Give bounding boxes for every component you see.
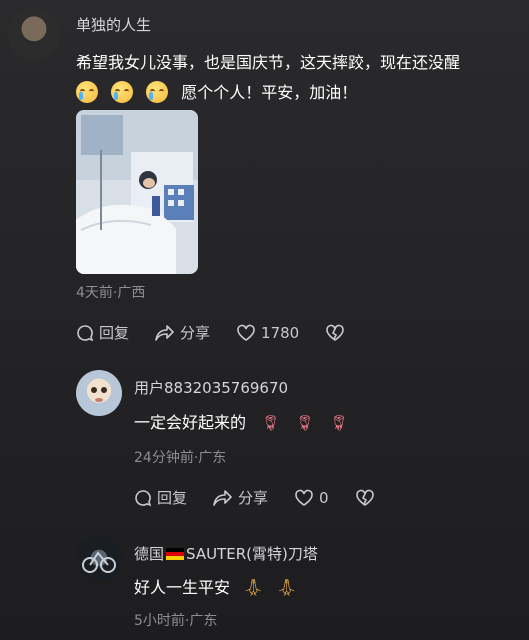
comment-username[interactable]: 德国 SAUTER(霄特)刀塔 — [134, 543, 318, 564]
cry-emoji-icon — [111, 81, 134, 103]
share-label: 分享 — [238, 489, 269, 507]
hospital-bed-photo — [76, 110, 198, 274]
cry-emoji-icon — [76, 81, 98, 103]
reply-button[interactable]: 回复 — [76, 322, 129, 343]
heart-icon — [237, 324, 255, 341]
reply-button[interactable]: 回复 — [134, 487, 187, 508]
like-button[interactable]: 1780 — [236, 324, 299, 342]
like-count: 1780 — [261, 323, 300, 342]
comment-username[interactable]: 单独的人生 — [76, 14, 151, 35]
username-suffix: SAUTER(霄特)刀塔 — [186, 545, 318, 563]
share-button[interactable]: 分享 — [213, 487, 268, 508]
avatar[interactable] — [76, 370, 122, 416]
motorcycle-icon — [82, 551, 116, 573]
share-icon — [155, 324, 174, 341]
reply-label: 回复 — [157, 489, 188, 507]
comment-meta: 4天前·广西 — [76, 285, 146, 301]
avatar[interactable] — [76, 535, 122, 581]
rose-emoji-icon: 🌹︎ — [295, 414, 315, 432]
comment-meta: 5小时前·广东 — [134, 613, 218, 629]
avatar[interactable] — [8, 8, 60, 60]
broken-heart-icon — [326, 324, 345, 341]
comment-text-line-1: 希望我女儿没事，也是国庆节，这天摔跤，现在还没醒 — [76, 53, 461, 72]
like-button[interactable]: 0 — [294, 489, 329, 507]
rose-emoji-icon: 🌹︎ — [329, 414, 349, 432]
comment-actions: 回复 分享 0 — [134, 487, 406, 508]
dislike-button[interactable] — [355, 489, 380, 507]
pray-emoji-icon: 🙏︎ — [276, 578, 297, 597]
cry-emoji-icon — [146, 81, 169, 103]
comment-meta: 24分钟前·广东 — [134, 450, 227, 466]
like-count: 0 — [319, 488, 329, 507]
comment-text-body: 一定会好起来的 — [134, 413, 247, 432]
attached-photo[interactable] — [76, 110, 198, 274]
reply-label: 回复 — [99, 324, 130, 342]
username-prefix: 德国 — [134, 545, 165, 563]
share-icon — [213, 489, 232, 506]
comment-text: 好人一生平安 🙏︎ 🙏︎ — [134, 573, 297, 603]
comment-username[interactable]: 用户8832035769670 — [134, 377, 288, 398]
comment-text-body: 好人一生平安 — [134, 578, 231, 597]
pray-emoji-icon: 🙏︎ — [243, 578, 264, 597]
dislike-button[interactable] — [325, 324, 350, 342]
reply-icon — [135, 489, 152, 506]
reply-icon — [77, 324, 94, 341]
comment-actions: 回复 分享 1780 — [76, 322, 376, 343]
heart-icon — [295, 489, 313, 506]
germany-flag-icon — [166, 548, 185, 560]
baby-face-icon — [91, 387, 107, 402]
comment-text: 一定会好起来的 🌹︎ 🌹︎ 🌹︎ — [134, 408, 348, 438]
share-button[interactable]: 分享 — [155, 322, 210, 343]
comment-text-line-2: 愿个个人！平安，加油！ — [76, 78, 521, 108]
broken-heart-icon — [355, 489, 374, 506]
rose-emoji-icon: 🌹︎ — [261, 414, 281, 432]
comment-text-tail: 愿个个人！平安，加油！ — [181, 83, 358, 102]
comment-text: 希望我女儿没事，也是国庆节，这天摔跤，现在还没醒 愿个个人！平安，加油！ — [76, 48, 521, 108]
share-label: 分享 — [180, 324, 211, 342]
